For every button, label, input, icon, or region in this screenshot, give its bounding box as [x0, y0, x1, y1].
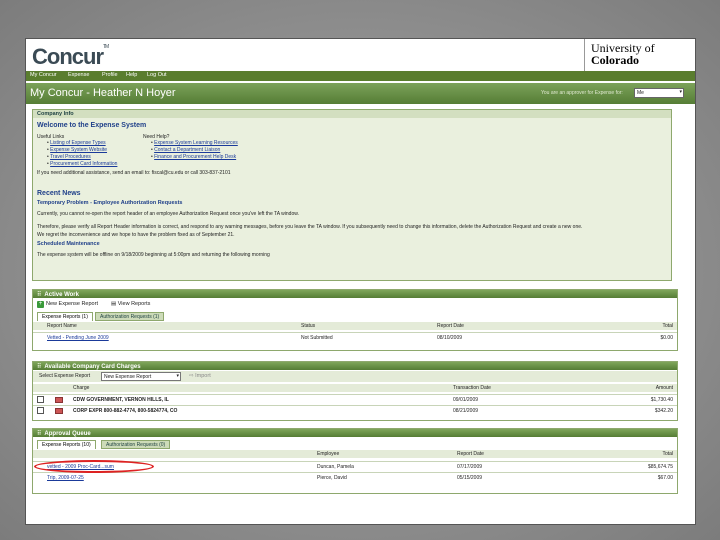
report-name-link[interactable]: Vetted - Pending June 2009 [47, 335, 109, 341]
card-icon [55, 408, 63, 414]
university-logo: University of Colorado [584, 39, 695, 71]
link-help-desk[interactable]: Finance and Procurement Help Desk [154, 154, 236, 160]
need-help-links: • Expense System Learning Resources • Co… [151, 140, 238, 160]
report-status: Not Submitted [301, 335, 333, 341]
tab-expense-reports[interactable]: Expense Reports (1) [37, 312, 93, 321]
table-row: CDW GOVERNMENT, VERNON HILLS, IL 09/01/2… [33, 394, 677, 404]
report-date: 08/10/2009 [437, 335, 463, 341]
approval-report-link[interactable]: Trip, 2009-07-25 [47, 475, 84, 481]
row-checkbox[interactable] [37, 407, 44, 414]
link-expense-website[interactable]: Expense System Website [50, 147, 107, 153]
tab-approval-expense-reports[interactable]: Expense Reports (10) [37, 440, 96, 449]
nav-profile[interactable]: Profile [102, 72, 118, 78]
nav-my-concur[interactable]: My Concur [30, 72, 57, 78]
tab-authorization-requests[interactable]: Authorization Requests (1) [95, 312, 165, 321]
new-expense-report-button[interactable]: + New Expense Report [37, 301, 98, 308]
import-button[interactable]: ⇨ Import [189, 373, 211, 379]
approval-total: $85,674.75 [647, 464, 673, 470]
recent-news-title: Recent News [37, 190, 81, 197]
charge-date: 08/21/2009 [453, 408, 479, 414]
welcome-heading: Welcome to the Expense System [37, 122, 147, 129]
report-total: $0.00 [660, 335, 673, 341]
approval-employee: Pierce, David [317, 475, 347, 481]
active-work-panel: ⠿ Active Work + New Expense Report ▤ View … [32, 289, 678, 351]
approver-select[interactable]: Me ▾ [634, 88, 684, 98]
charge-amount: $342.20 [654, 408, 673, 414]
chevron-down-icon: ▾ [176, 373, 179, 379]
drag-handle-icon[interactable]: ⠿ [37, 291, 41, 298]
tab-approval-authorization-requests[interactable]: Authorization Requests (0) [101, 440, 171, 449]
maintenance-heading: Scheduled Maintenance [37, 241, 100, 247]
active-work-table-header: Report Name Status Report Date Total [33, 322, 677, 330]
card-icon [55, 397, 63, 403]
active-work-header: ⠿ Active Work [33, 290, 677, 298]
table-row: Vetted - Pending June 2009 Not Submitted… [33, 332, 677, 342]
approval-queue-header: ⠿ Approval Queue [33, 429, 677, 437]
approval-total: $67.00 [657, 475, 673, 481]
page-title-bar: My Concur - Heather N Hoyer You are an a… [26, 83, 695, 104]
select-report-label: Select Expense Report [39, 373, 91, 379]
charge-name: CORP EXPR 800-882-4774, 800-5824774, CO [73, 408, 178, 414]
link-department-liaison[interactable]: Contact a Department Liaison [154, 147, 220, 153]
row-checkbox[interactable] [37, 396, 44, 403]
approver-label: You are an approver for Expense for: [541, 90, 623, 96]
news-paragraph-1: Currently, you cannot re-open the report… [37, 211, 299, 217]
nav-help[interactable]: Help [126, 72, 137, 78]
page-title: My Concur - Heather N Hoyer [30, 87, 176, 99]
browser-screenshot: ConcurTM University of Colorado My Concu… [25, 38, 696, 525]
news-paragraph-2: Therefore, please verify all Report Head… [37, 224, 583, 230]
nav-log-out[interactable]: Log Out [147, 72, 167, 78]
link-learning-resources[interactable]: Expense System Learning Resources [154, 140, 238, 146]
approval-date: 07/17/2009 [457, 464, 483, 470]
assist-text: If you need additional assistance, send … [37, 170, 231, 176]
chevron-down-icon: ▾ [679, 89, 682, 95]
maintenance-text: The expense system will be offline on 9/… [37, 252, 270, 258]
company-info-header: Company Info [33, 110, 671, 118]
table-row: CORP EXPR 800-882-4774, 800-5824774, CO … [33, 405, 677, 415]
highlight-circle [34, 460, 154, 473]
nav-expense[interactable]: Expense [68, 72, 89, 78]
charge-date: 09/01/2009 [453, 397, 479, 403]
card-charges-header: ⠿ Available Company Card Charges [33, 362, 677, 370]
approval-date: 05/15/2009 [457, 475, 483, 481]
charge-name: CDW GOVERNMENT, VERNON HILLS, IL [73, 397, 169, 403]
useful-links: • Listing of Expense Types • Expense Sys… [47, 140, 118, 167]
report-icon: ▤ [111, 301, 118, 307]
select-report-dropdown[interactable]: New Expense Report ▾ [101, 372, 181, 381]
link-travel-procedures[interactable]: Travel Procedures [50, 154, 91, 160]
approval-table-header: Employee Report Date Total [33, 450, 677, 458]
charge-amount: $1,730.40 [650, 397, 673, 403]
view-reports-button[interactable]: ▤ View Reports [111, 301, 150, 307]
news-heading: Temporary Problem - Employee Authorizati… [37, 200, 183, 206]
company-info-panel: Company Info Welcome to the Expense Syst… [32, 109, 672, 281]
main-nav: My Concur Expense Profile Help Log Out [26, 71, 695, 81]
link-procurement-card[interactable]: Procurement Card Information [50, 161, 117, 167]
drag-handle-icon[interactable]: ⠿ [37, 363, 41, 370]
approval-employee: Duncan, Pamela [317, 464, 354, 470]
drag-handle-icon[interactable]: ⠿ [37, 430, 41, 437]
news-paragraph-3: We regret the inconvenience and we hope … [37, 232, 235, 238]
charges-table-header: Charge Transaction Date Amount [33, 384, 677, 392]
link-expense-types[interactable]: Listing of Expense Types [50, 140, 106, 146]
concur-logo: ConcurTM [32, 44, 109, 69]
plus-icon: + [37, 301, 44, 308]
card-charges-panel: ⠿ Available Company Card Charges Select E… [32, 361, 678, 421]
table-row: Trip, 2009-07-25 Pierce, David 05/15/200… [33, 472, 677, 482]
